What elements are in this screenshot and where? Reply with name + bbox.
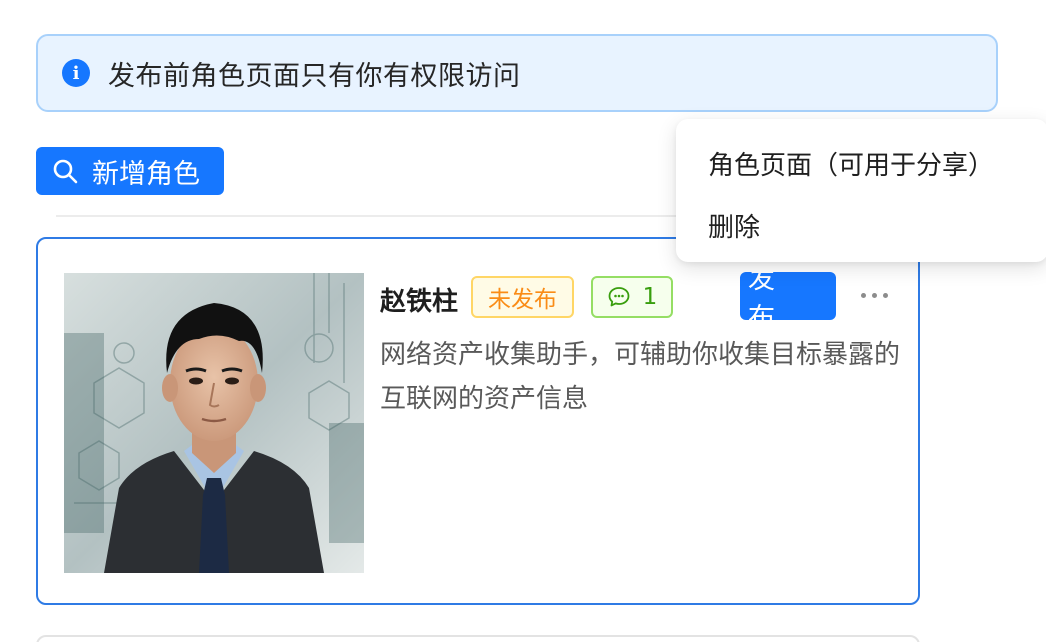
info-icon: i — [62, 59, 90, 87]
role-name: 赵铁柱 — [380, 287, 459, 317]
add-role-label: 新增角色 — [92, 158, 200, 190]
more-ellipsis-icon[interactable] — [852, 277, 896, 313]
menu-item-role-page[interactable]: 角色页面（可用于分享） — [708, 145, 994, 182]
role-avatar — [64, 273, 364, 573]
status-badge-label: 未发布 — [488, 287, 557, 313]
chat-count-badge: 1 — [591, 276, 673, 318]
role-card[interactable]: 赵铁柱 未发布 1 发 布 网络资产收集助手，可辅助你收集目标暴露的互联网的资产… — [36, 237, 920, 605]
chat-bubble-icon — [608, 287, 630, 307]
add-role-button[interactable]: 新增角色 — [36, 147, 224, 195]
page: i 发布前角色页面只有你有权限访问 新增角色 赵铁柱 未发布 1 发 布 网络资… — [0, 0, 1046, 642]
next-role-card[interactable] — [36, 635, 920, 642]
search-icon — [53, 159, 78, 184]
role-description: 网络资产收集助手，可辅助你收集目标暴露的互联网的资产信息 — [380, 340, 901, 414]
chat-count: 1 — [642, 284, 658, 310]
publish-button[interactable]: 发 布 — [740, 264, 836, 334]
info-alert-text: 发布前角色页面只有你有权限访问 — [108, 60, 521, 92]
more-actions-dropdown: 角色页面（可用于分享） 删除 — [676, 119, 1046, 262]
status-badge: 未发布 — [471, 276, 574, 318]
info-alert: i 发布前角色页面只有你有权限访问 — [36, 34, 998, 112]
menu-item-delete[interactable]: 删除 — [708, 207, 760, 244]
